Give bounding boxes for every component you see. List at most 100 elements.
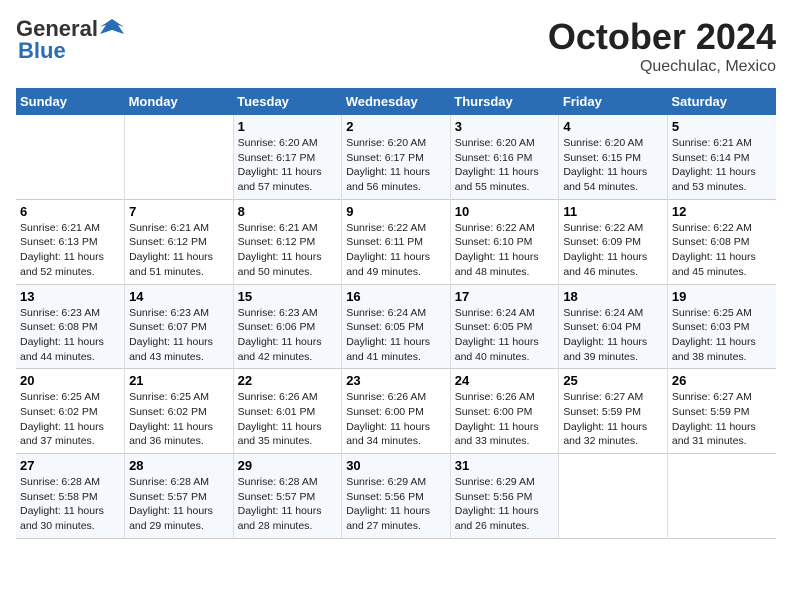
cell-content: Sunrise: 6:23 AM Sunset: 6:06 PM Dayligh…: [238, 306, 338, 365]
cell-content: Sunrise: 6:21 AM Sunset: 6:12 PM Dayligh…: [129, 221, 229, 280]
day-number: 18: [563, 289, 663, 304]
calendar-cell: 21 Sunrise: 6:25 AM Sunset: 6:02 PM Dayli…: [125, 369, 234, 454]
day-number: 7: [129, 204, 229, 219]
cell-content: Sunrise: 6:28 AM Sunset: 5:58 PM Dayligh…: [20, 475, 120, 534]
calendar-week-row: 6Sunrise: 6:21 AM Sunset: 6:13 PM Daylig…: [16, 199, 776, 284]
cell-content: Sunrise: 6:26 AM Sunset: 6:01 PM Dayligh…: [238, 390, 338, 449]
day-number: 12: [672, 204, 772, 219]
cell-content: Sunrise: 6:20 AM Sunset: 6:16 PM Dayligh…: [455, 136, 555, 195]
day-number: 20: [20, 373, 120, 388]
cell-content: Sunrise: 6:23 AM Sunset: 6:07 PM Dayligh…: [129, 306, 229, 365]
calendar-cell: 18 Sunrise: 6:24 AM Sunset: 6:04 PM Dayli…: [559, 284, 668, 369]
cell-content: Sunrise: 6:26 AM Sunset: 6:00 PM Dayligh…: [455, 390, 555, 449]
cell-content: Sunrise: 6:24 AM Sunset: 6:05 PM Dayligh…: [455, 306, 555, 365]
cell-content: Sunrise: 6:22 AM Sunset: 6:08 PM Dayligh…: [672, 221, 772, 280]
day-number: 26: [672, 373, 772, 388]
cell-content: Sunrise: 6:20 AM Sunset: 6:15 PM Dayligh…: [563, 136, 663, 195]
cell-content: Sunrise: 6:21 AM Sunset: 6:14 PM Dayligh…: [672, 136, 772, 195]
cell-content: Sunrise: 6:22 AM Sunset: 6:09 PM Dayligh…: [563, 221, 663, 280]
day-number: 16: [346, 289, 446, 304]
calendar-cell: 16 Sunrise: 6:24 AM Sunset: 6:05 PM Dayli…: [342, 284, 451, 369]
day-number: 4: [563, 119, 663, 134]
day-number: 14: [129, 289, 229, 304]
calendar-cell: 20 Sunrise: 6:25 AM Sunset: 6:02 PM Dayli…: [16, 369, 125, 454]
cell-content: Sunrise: 6:27 AM Sunset: 5:59 PM Dayligh…: [563, 390, 663, 449]
day-number: 19: [672, 289, 772, 304]
calendar-cell: 17Sunrise: 6:24 AM Sunset: 6:05 PM Dayli…: [450, 284, 559, 369]
calendar-cell: 13Sunrise: 6:23 AM Sunset: 6:08 PM Dayli…: [16, 284, 125, 369]
location: Quechulac, Mexico: [548, 58, 776, 76]
month-title: October 2024: [548, 16, 776, 58]
calendar-cell: 27 Sunrise: 6:28 AM Sunset: 5:58 PM Dayli…: [16, 454, 125, 539]
calendar-header-row: SundayMondayTuesdayWednesdayThursdayFrid…: [16, 88, 776, 115]
calendar-table: SundayMondayTuesdayWednesdayThursdayFrid…: [16, 88, 776, 539]
cell-content: Sunrise: 6:24 AM Sunset: 6:04 PM Dayligh…: [563, 306, 663, 365]
day-number: 6: [20, 204, 120, 219]
calendar-cell: 28 Sunrise: 6:28 AM Sunset: 5:57 PM Dayli…: [125, 454, 234, 539]
calendar-cell: 26 Sunrise: 6:27 AM Sunset: 5:59 PM Dayli…: [667, 369, 776, 454]
weekday-header: Wednesday: [342, 88, 451, 115]
cell-content: Sunrise: 6:27 AM Sunset: 5:59 PM Dayligh…: [672, 390, 772, 449]
cell-content: Sunrise: 6:21 AM Sunset: 6:12 PM Dayligh…: [238, 221, 338, 280]
day-number: 21: [129, 373, 229, 388]
calendar-week-row: 27 Sunrise: 6:28 AM Sunset: 5:58 PM Dayli…: [16, 454, 776, 539]
day-number: 25: [563, 373, 663, 388]
calendar-cell: 23Sunrise: 6:26 AM Sunset: 6:00 PM Dayli…: [342, 369, 451, 454]
weekday-header: Saturday: [667, 88, 776, 115]
calendar-cell: 24Sunrise: 6:26 AM Sunset: 6:00 PM Dayli…: [450, 369, 559, 454]
calendar-week-row: 20 Sunrise: 6:25 AM Sunset: 6:02 PM Dayli…: [16, 369, 776, 454]
calendar-cell: 7 Sunrise: 6:21 AM Sunset: 6:12 PM Daylig…: [125, 199, 234, 284]
cell-content: Sunrise: 6:26 AM Sunset: 6:00 PM Dayligh…: [346, 390, 446, 449]
calendar-cell: 14 Sunrise: 6:23 AM Sunset: 6:07 PM Dayli…: [125, 284, 234, 369]
calendar-cell: 5 Sunrise: 6:21 AM Sunset: 6:14 PM Daylig…: [667, 115, 776, 199]
logo-blue: Blue: [18, 38, 66, 64]
cell-content: Sunrise: 6:25 AM Sunset: 6:03 PM Dayligh…: [672, 306, 772, 365]
calendar-cell: [667, 454, 776, 539]
day-number: 29: [238, 458, 338, 473]
day-number: 5: [672, 119, 772, 134]
cell-content: Sunrise: 6:25 AM Sunset: 6:02 PM Dayligh…: [129, 390, 229, 449]
day-number: 15: [238, 289, 338, 304]
day-number: 30: [346, 458, 446, 473]
calendar-cell: 9 Sunrise: 6:22 AM Sunset: 6:11 PM Daylig…: [342, 199, 451, 284]
calendar-cell: 1Sunrise: 6:20 AM Sunset: 6:17 PM Daylig…: [233, 115, 342, 199]
weekday-header: Sunday: [16, 88, 125, 115]
calendar-cell: 29 Sunrise: 6:28 AM Sunset: 5:57 PM Dayli…: [233, 454, 342, 539]
cell-content: Sunrise: 6:28 AM Sunset: 5:57 PM Dayligh…: [238, 475, 338, 534]
calendar-cell: 31 Sunrise: 6:29 AM Sunset: 5:56 PM Dayli…: [450, 454, 559, 539]
calendar-cell: 30Sunrise: 6:29 AM Sunset: 5:56 PM Dayli…: [342, 454, 451, 539]
calendar-cell: 12 Sunrise: 6:22 AM Sunset: 6:08 PM Dayli…: [667, 199, 776, 284]
calendar-cell: 25 Sunrise: 6:27 AM Sunset: 5:59 PM Dayli…: [559, 369, 668, 454]
calendar-week-row: 1 Sunrise: 6:20 AM Sunset: 6:17 PM Daylig…: [16, 115, 776, 199]
weekday-header: Monday: [125, 88, 234, 115]
calendar-cell: 10Sunrise: 6:22 AM Sunset: 6:10 PM Dayli…: [450, 199, 559, 284]
calendar-cell: 22Sunrise: 6:26 AM Sunset: 6:01 PM Dayli…: [233, 369, 342, 454]
calendar-cell: 11Sunrise: 6:22 AM Sunset: 6:09 PM Dayli…: [559, 199, 668, 284]
day-number: 28: [129, 458, 229, 473]
cell-content: Sunrise: 6:29 AM Sunset: 5:56 PM Dayligh…: [455, 475, 555, 534]
weekday-header: Thursday: [450, 88, 559, 115]
day-number: 9: [346, 204, 446, 219]
calendar-cell: 3 Sunrise: 6:20 AM Sunset: 6:16 PM Daylig…: [450, 115, 559, 199]
day-number: 1: [238, 119, 338, 134]
cell-content: Sunrise: 6:28 AM Sunset: 5:57 PM Dayligh…: [129, 475, 229, 534]
day-number: 3: [455, 119, 555, 134]
title-block: October 2024 Quechulac, Mexico: [548, 16, 776, 76]
calendar-cell: 15 Sunrise: 6:23 AM Sunset: 6:06 PM Dayli…: [233, 284, 342, 369]
cell-content: Sunrise: 6:25 AM Sunset: 6:02 PM Dayligh…: [20, 390, 120, 449]
cell-content: Sunrise: 6:22 AM Sunset: 6:11 PM Dayligh…: [346, 221, 446, 280]
day-number: 8: [238, 204, 338, 219]
calendar-cell: 4 Sunrise: 6:20 AM Sunset: 6:15 PM Daylig…: [559, 115, 668, 199]
cell-content: Sunrise: 6:20 AM Sunset: 6:17 PM Dayligh…: [346, 136, 446, 195]
weekday-header: Tuesday: [233, 88, 342, 115]
logo-bird-icon: [98, 18, 126, 40]
day-number: 27: [20, 458, 120, 473]
cell-content: Sunrise: 6:23 AM Sunset: 6:08 PM Dayligh…: [20, 306, 120, 365]
day-number: 31: [455, 458, 555, 473]
day-number: 2: [346, 119, 446, 134]
calendar-cell: [125, 115, 234, 199]
calendar-week-row: 13Sunrise: 6:23 AM Sunset: 6:08 PM Dayli…: [16, 284, 776, 369]
calendar-cell: 19 Sunrise: 6:25 AM Sunset: 6:03 PM Dayli…: [667, 284, 776, 369]
cell-content: Sunrise: 6:24 AM Sunset: 6:05 PM Dayligh…: [346, 306, 446, 365]
day-number: 10: [455, 204, 555, 219]
